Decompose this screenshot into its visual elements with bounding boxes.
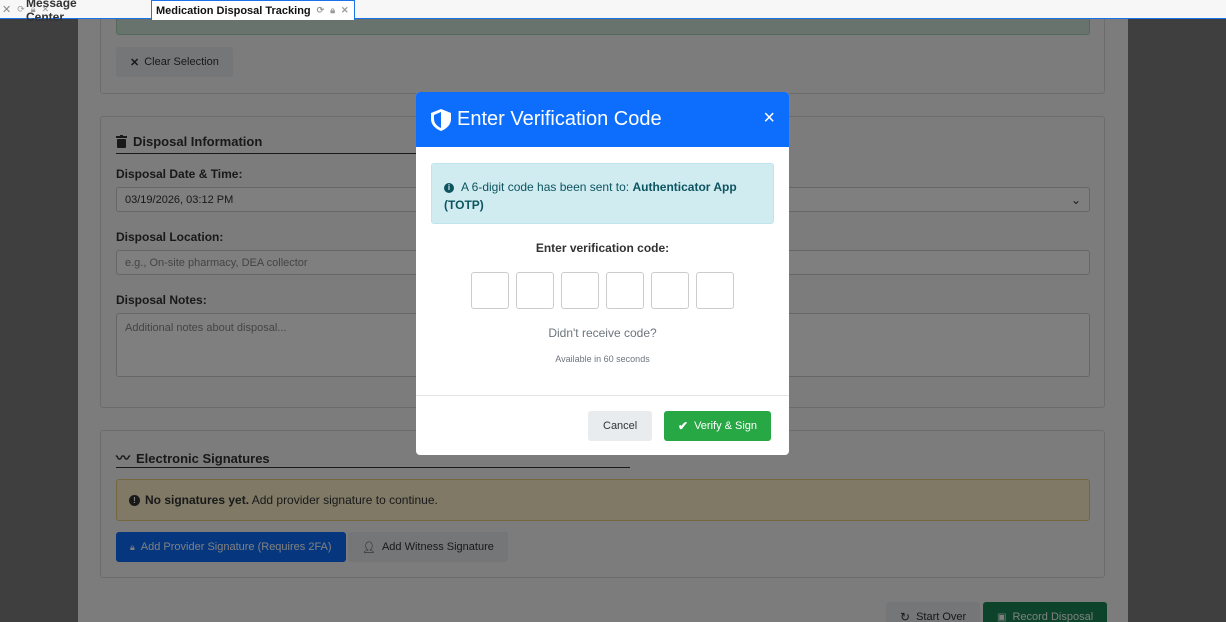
resend-code-link[interactable]: Didn't receive code? bbox=[416, 326, 789, 340]
close-icon[interactable]: ✕ bbox=[2, 3, 11, 16]
refresh-icon[interactable]: ⟳ bbox=[317, 5, 325, 16]
close-icon[interactable]: × bbox=[763, 108, 775, 128]
close-icon[interactable]: ✕ bbox=[341, 5, 349, 16]
check-icon: ✔ bbox=[678, 419, 689, 433]
tab-label: Message Center bbox=[26, 0, 77, 24]
info-circle-icon: i bbox=[444, 183, 454, 193]
code-digit-input[interactable] bbox=[651, 272, 689, 309]
resend-countdown: Available in 60 seconds bbox=[555, 354, 650, 364]
code-digit-input[interactable] bbox=[696, 272, 734, 309]
cancel-button[interactable]: Cancel bbox=[588, 411, 653, 441]
verify-sign-button[interactable]: ✔ Verify & Sign bbox=[664, 411, 772, 441]
code-digit-input[interactable] bbox=[471, 272, 509, 309]
tab-label: Medication Disposal Tracking bbox=[156, 4, 311, 17]
code-digit-input[interactable] bbox=[606, 272, 644, 309]
tab-bar: ✕ Message Center ⟳ 🔒︎ ✕ Medication Dispo… bbox=[0, 0, 1226, 24]
verification-modal: Enter Verification Code × iA 6-digit cod… bbox=[416, 92, 789, 455]
tab-medication-disposal[interactable]: Medication Disposal Tracking ⟳ 🔒︎ ✕ bbox=[151, 0, 355, 20]
code-digit-input[interactable] bbox=[561, 272, 599, 309]
modal-title: Enter Verification Code bbox=[457, 108, 662, 130]
code-digit-input[interactable] bbox=[516, 272, 554, 309]
code-input-group bbox=[471, 272, 734, 309]
shield-icon bbox=[431, 108, 451, 131]
modal-header: Enter Verification Code × bbox=[416, 92, 789, 147]
enter-code-label: Enter verification code: bbox=[535, 241, 670, 255]
tab-message-center[interactable]: ✕ Message Center ⟳ 🔒︎ ✕ bbox=[2, 0, 77, 24]
lock-icon[interactable]: 🔒︎ bbox=[330, 5, 335, 16]
code-sent-alert: iA 6-digit code has been sent to: Authen… bbox=[431, 163, 774, 224]
refresh-icon[interactable]: ⟳ bbox=[17, 4, 25, 15]
modal-footer: Cancel ✔ Verify & Sign bbox=[416, 395, 789, 455]
